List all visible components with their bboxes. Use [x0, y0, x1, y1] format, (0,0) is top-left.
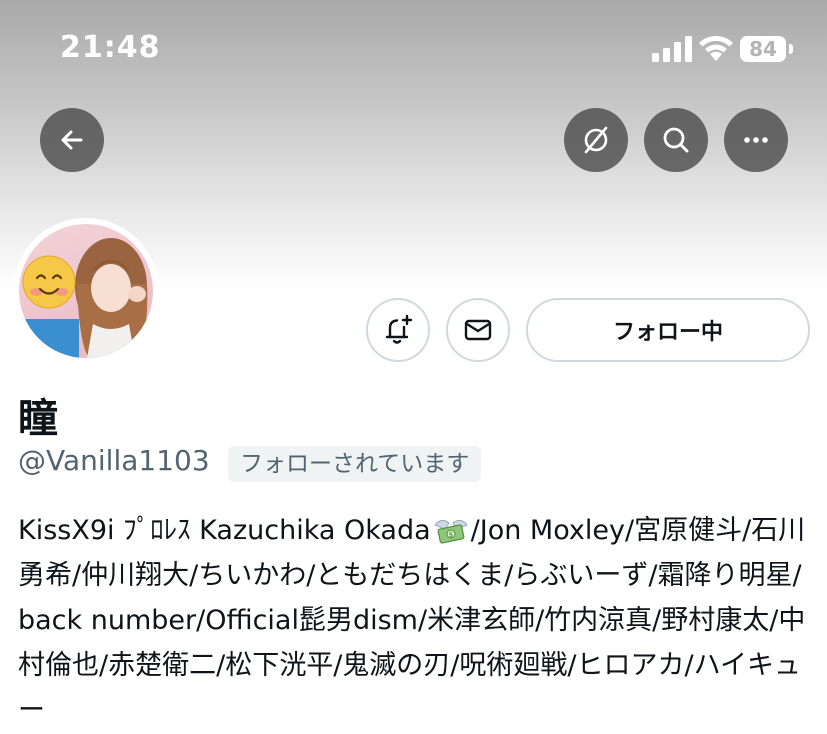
profile-bio: KissX9i ﾌﾟﾛﾚｽ Kazuchika Okada $ /Jon Mox…	[18, 508, 816, 733]
notify-button[interactable]	[366, 298, 430, 362]
grok-button[interactable]	[564, 108, 628, 172]
envelope-icon	[464, 319, 492, 341]
cellular-signal-icon	[652, 36, 692, 62]
back-button[interactable]	[40, 108, 104, 172]
following-button[interactable]: フォロー中	[526, 298, 810, 362]
more-button[interactable]	[724, 108, 788, 172]
status-bar: 21:48 84	[0, 0, 827, 100]
battery-indicator: 84	[740, 36, 786, 62]
status-time: 21:48	[60, 30, 161, 65]
bell-plus-icon	[385, 314, 413, 344]
message-button[interactable]	[446, 298, 510, 362]
follows-you-badge: フォローされています	[228, 446, 482, 482]
wifi-icon	[699, 35, 733, 61]
user-handle: @Vanilla1103	[18, 444, 210, 477]
arrow-left-icon	[61, 130, 83, 150]
battery-level: 84	[749, 37, 777, 61]
money-with-wings-icon: $	[433, 519, 468, 544]
grok-icon	[584, 126, 608, 154]
avatar-image	[19, 238, 148, 358]
bio-text-part2: /Jon Moxley/宮原健斗/石川勇希/仲川翔大/ちいかわ/ともだちはくま/…	[18, 515, 806, 726]
battery-cap	[789, 44, 793, 54]
more-horizontal-icon	[744, 137, 768, 143]
avatar-photo	[19, 224, 153, 358]
search-button[interactable]	[644, 108, 708, 172]
search-icon	[663, 127, 689, 153]
profile-screen: 21:48 84 フォロー中 瞳 @Vanilla1103 フォローされています…	[0, 0, 827, 734]
avatar[interactable]	[13, 218, 159, 364]
svg-text:$: $	[448, 531, 452, 539]
following-label: フォロー中	[612, 320, 723, 345]
display-name: 瞳	[18, 396, 58, 442]
bio-text-part1: KissX9i ﾌﾟﾛﾚｽ Kazuchika Okada	[18, 515, 431, 546]
